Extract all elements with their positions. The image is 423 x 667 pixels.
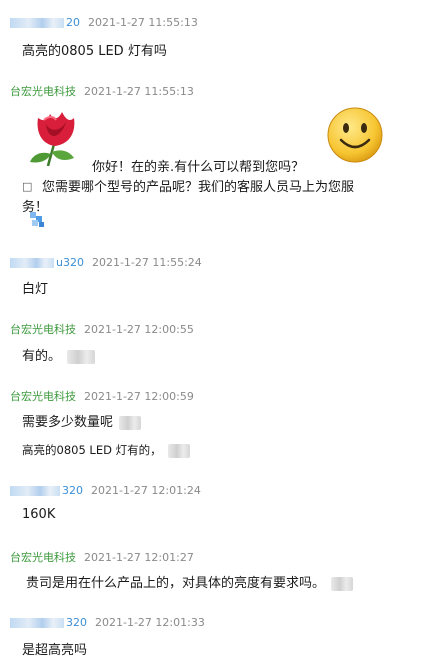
timestamp: 2021-1-27 12:01:27 (84, 551, 194, 564)
sender-name: u320 (56, 256, 84, 269)
message-text: 贵司是用在什么产品上的，对具体的亮度有要求吗。 (26, 572, 354, 591)
timestamp: 2021-1-27 11:55:24 (91, 256, 202, 269)
message-text: 你好！在的亲.有什么可以帮到您吗？ (92, 160, 305, 175)
message-header: 台宏光电科技 2021-1-27 12:00:59 (10, 388, 194, 404)
message-text: 高亮的0805 LED 灯有吗 (22, 44, 167, 59)
timestamp: 2021-1-27 11:55:13 (88, 16, 198, 29)
message-text: 需要多少数量呢 (22, 411, 142, 430)
message-text: 160K (22, 507, 56, 522)
message-text: 白灯 (22, 282, 49, 297)
redacted-content (67, 349, 96, 364)
redacted-content (331, 576, 354, 591)
message-header: 320 2021-1-27 12:01:24 (10, 484, 201, 497)
sender-name: 320 (66, 616, 87, 629)
redacted-name (10, 486, 60, 496)
message-text: 高亮的0805 LED 灯有的， (22, 442, 190, 458)
message-text-content: 贵司是用在什么产品上的，对具体的亮度有要求吗。 (26, 576, 326, 591)
timestamp: 2021-1-27 11:55:13 (84, 85, 194, 98)
rose-emoji-icon (30, 112, 75, 167)
message-text: 您需要哪个型号的产品呢？我们的客服人员马上为您服 (42, 180, 355, 195)
sender-name: 台宏光电科技 (10, 323, 76, 336)
redacted-content (167, 443, 190, 458)
message-text-content: 高亮的0805 LED 灯有的， (22, 443, 162, 457)
timestamp: 2021-1-27 12:00:59 (84, 390, 194, 403)
timestamp: 2021-1-27 12:01:24 (91, 484, 201, 497)
message-text: 有的。 (22, 345, 96, 364)
message-text-content: 有的。 (22, 349, 62, 364)
timestamp: 2021-1-27 12:00:55 (84, 323, 194, 336)
message-text-content: 需要多少数量呢 (22, 415, 114, 430)
sender-name: 320 (62, 484, 83, 497)
redacted-name (10, 258, 54, 268)
sender-name: 20 (66, 16, 80, 29)
redacted-content (119, 415, 142, 430)
message-header: 台宏光电科技 2021-1-27 12:00:55 (10, 321, 194, 337)
unknown-glyph-icon: □ (22, 180, 33, 193)
blurred-image-icon (30, 212, 44, 227)
sender-name: 台宏光电科技 (10, 85, 76, 98)
message-header: 台宏光电科技 2021-1-27 12:01:27 (10, 549, 194, 565)
timestamp: 2021-1-27 12:01:33 (95, 616, 205, 629)
message-text: 是超高亮吗 (22, 643, 88, 658)
message-header: u320 2021-1-27 11:55:24 (10, 256, 202, 269)
message-header: 320 2021-1-27 12:01:33 (10, 616, 205, 629)
smiley-emoji-icon (327, 107, 383, 163)
message-header: 20 2021-1-27 11:55:13 (10, 16, 198, 29)
redacted-name (10, 18, 64, 28)
sender-name: 台宏光电科技 (10, 551, 76, 564)
sender-name: 台宏光电科技 (10, 390, 76, 403)
message-header: 台宏光电科技 2021-1-27 11:55:13 (10, 83, 194, 99)
redacted-name (10, 618, 64, 628)
